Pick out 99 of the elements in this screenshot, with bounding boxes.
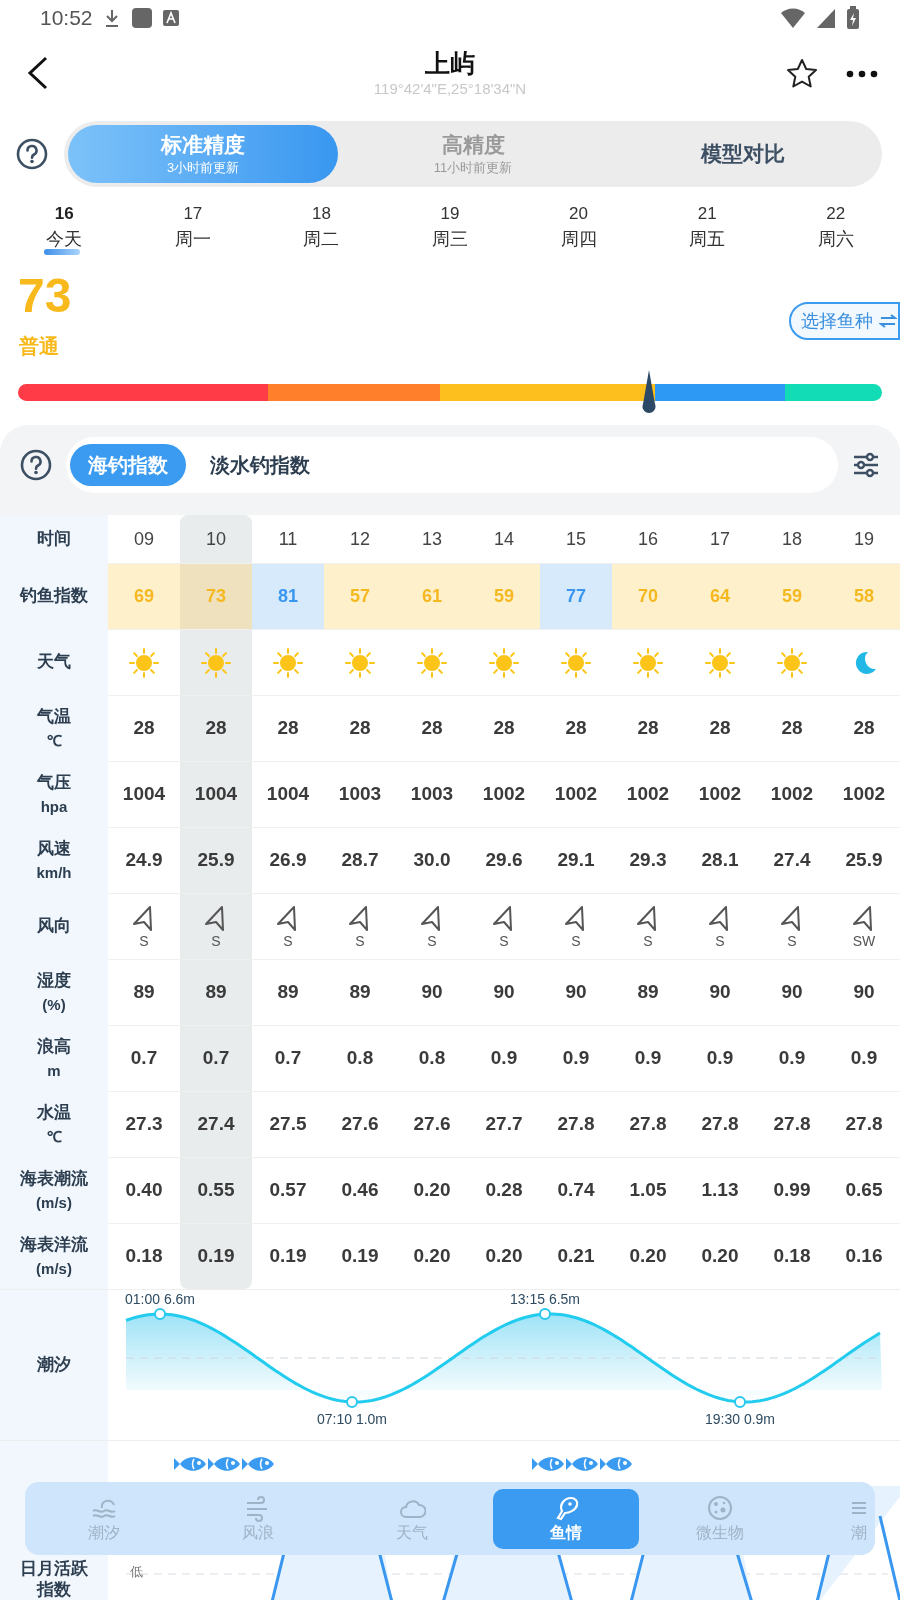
star-icon[interactable] (786, 58, 818, 90)
unit-label: (%) (42, 995, 66, 1015)
row-label: 水温 (37, 1102, 71, 1124)
wind-direction: SW (852, 932, 876, 949)
battery-icon (846, 6, 860, 30)
table-cell: 27.4 (180, 1091, 252, 1157)
day-tab[interactable]: 20 周四 (514, 202, 643, 264)
filter-icon[interactable] (852, 451, 880, 479)
table-cell: 89 (180, 959, 252, 1025)
help-icon[interactable] (20, 449, 52, 481)
index-cell: 58 (828, 563, 900, 629)
sun-icon (704, 646, 736, 679)
index-cell: 57 (324, 563, 396, 629)
wind-direction: S (211, 932, 221, 949)
tide-point (539, 1308, 551, 1320)
sun-icon (560, 646, 592, 679)
wind-direction: S (787, 932, 797, 949)
unit-label: hpa (40, 797, 68, 817)
wind-direction: S (643, 932, 653, 949)
status-time: 10:52 (40, 5, 93, 32)
unit-label: (m/s) (36, 1259, 72, 1279)
microbe-icon (706, 1493, 734, 1522)
index-cell: 69 (108, 563, 180, 629)
unit-label: m (47, 1061, 61, 1081)
wind-direction: S (355, 932, 365, 949)
day-tab[interactable]: 19 周三 (385, 202, 515, 264)
day-tab[interactable]: 17 周一 (128, 202, 258, 264)
precision-tab[interactable]: 模型对比 (608, 125, 878, 183)
sun-icon (632, 646, 664, 679)
index-cell: 59 (468, 563, 540, 629)
score-value: 73 (18, 268, 72, 324)
sun-icon (344, 646, 376, 679)
index-cell: 59 (756, 563, 828, 629)
wind-direction: S (715, 932, 725, 949)
sun-icon (200, 646, 232, 679)
tide-label: 01:00 6.6m (124, 1291, 196, 1307)
page-title: 上屿 (425, 48, 475, 79)
table-cell: 0.7 (180, 1025, 252, 1091)
index-cell: 64 (684, 563, 756, 629)
table-cell: 0.19 (180, 1223, 252, 1289)
back-icon[interactable] (26, 56, 50, 90)
swap-icon (879, 313, 897, 329)
row-label: 风向 (37, 915, 71, 937)
tide-point (734, 1396, 746, 1408)
index-cell: 73 (180, 563, 252, 629)
day-tab[interactable]: 16 今天 (0, 202, 129, 264)
tide-label: 19:30 0.9m (704, 1411, 776, 1427)
more-icon[interactable] (846, 70, 878, 78)
wifi-icon (780, 7, 806, 29)
row-label: 气温 (37, 706, 71, 728)
index-tab[interactable]: 淡水钓指数 (192, 444, 328, 486)
axis-label: 低 (130, 1563, 143, 1581)
index-cell: 61 (396, 563, 468, 629)
wind-direction: S (571, 932, 581, 949)
hour-cell[interactable]: 10 (180, 515, 252, 563)
table-cell: 1004 (180, 761, 252, 827)
index-cell: 77 (540, 563, 612, 629)
app-icon (130, 7, 153, 29)
keyboard-icon (162, 10, 179, 26)
day-tab[interactable]: 18 周二 (257, 202, 386, 264)
wind-direction: S (427, 932, 437, 949)
table-cell: 25.9 (180, 827, 252, 893)
sun-icon (488, 646, 520, 679)
wind-direction: S (499, 932, 509, 949)
sun-icon (416, 646, 448, 679)
help-icon[interactable] (16, 138, 48, 170)
row-label: 浪高 (37, 1036, 71, 1058)
tide-point (346, 1396, 358, 1408)
row-label: 风速 (37, 838, 71, 860)
tide-point (154, 1308, 166, 1320)
sun-icon (776, 646, 808, 679)
row-label: 钓鱼指数 (20, 585, 88, 607)
row-label: 天气 (37, 651, 71, 673)
sun-icon (128, 646, 160, 679)
row-label: 时间 (37, 528, 71, 550)
index-cell: 70 (612, 563, 684, 629)
table-cell: 0.55 (180, 1157, 252, 1223)
row-label: 海表洋流 (20, 1234, 88, 1256)
signal-icon (816, 7, 836, 29)
row-label: 日月活跃指数 (19, 1558, 89, 1600)
day-tab[interactable]: 22 周六 (771, 202, 900, 264)
day-tab[interactable]: 21 周五 (642, 202, 772, 264)
index-cell: 81 (252, 563, 324, 629)
unit-label: ℃ (46, 731, 62, 751)
wind-direction: S (139, 932, 149, 949)
row-label: 海表潮流 (20, 1168, 88, 1190)
row-label: 湿度 (37, 970, 71, 992)
lines-icon (851, 1500, 867, 1515)
sun-icon (272, 646, 304, 679)
row-label: 气压 (37, 772, 71, 794)
unit-label: (m/s) (36, 1193, 72, 1213)
score-rating: 普通 (19, 334, 59, 359)
wind-direction: S (283, 932, 293, 949)
row-label: 潮汐 (37, 1354, 71, 1377)
unit-label: km/h (36, 863, 72, 883)
tide-label: 13:15 6.5m (509, 1291, 581, 1307)
table-cell: 28 (180, 695, 252, 761)
tide-label: 07:10 1.0m (316, 1411, 388, 1427)
unit-label: ℃ (46, 1127, 62, 1147)
